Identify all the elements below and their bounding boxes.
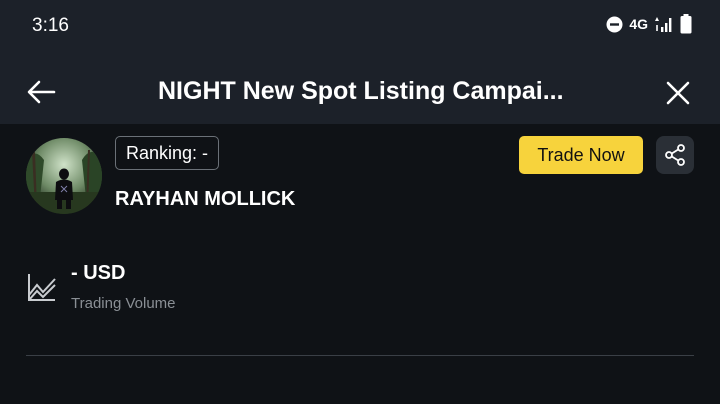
avatar-image — [26, 138, 102, 214]
page-title: NIGHT New Spot Listing Campai... — [158, 77, 564, 105]
trade-now-button[interactable]: Trade Now — [519, 136, 643, 174]
close-icon[interactable] — [664, 79, 692, 107]
back-arrow-icon[interactable] — [26, 78, 58, 106]
signal-icon — [655, 17, 672, 32]
trading-volume-value: - USD — [71, 262, 126, 284]
top-bar: 3:16 4G NIGHT New Spot Listing Campai... — [0, 0, 720, 124]
trading-volume-label: Trading Volume — [71, 295, 176, 312]
network-type: 4G — [629, 16, 648, 32]
share-icon — [665, 144, 685, 166]
username: RAYHAN MOLLICK — [115, 188, 296, 210]
trading-volume-icon — [28, 274, 56, 301]
status-time: 3:16 — [32, 15, 69, 36]
status-icons: 4G — [606, 14, 692, 34]
share-button[interactable] — [656, 136, 694, 174]
divider — [26, 355, 694, 356]
battery-icon — [680, 14, 692, 34]
avatar — [26, 138, 102, 214]
do-not-disturb-icon — [606, 16, 623, 32]
ranking-badge: Ranking: - — [115, 136, 220, 170]
